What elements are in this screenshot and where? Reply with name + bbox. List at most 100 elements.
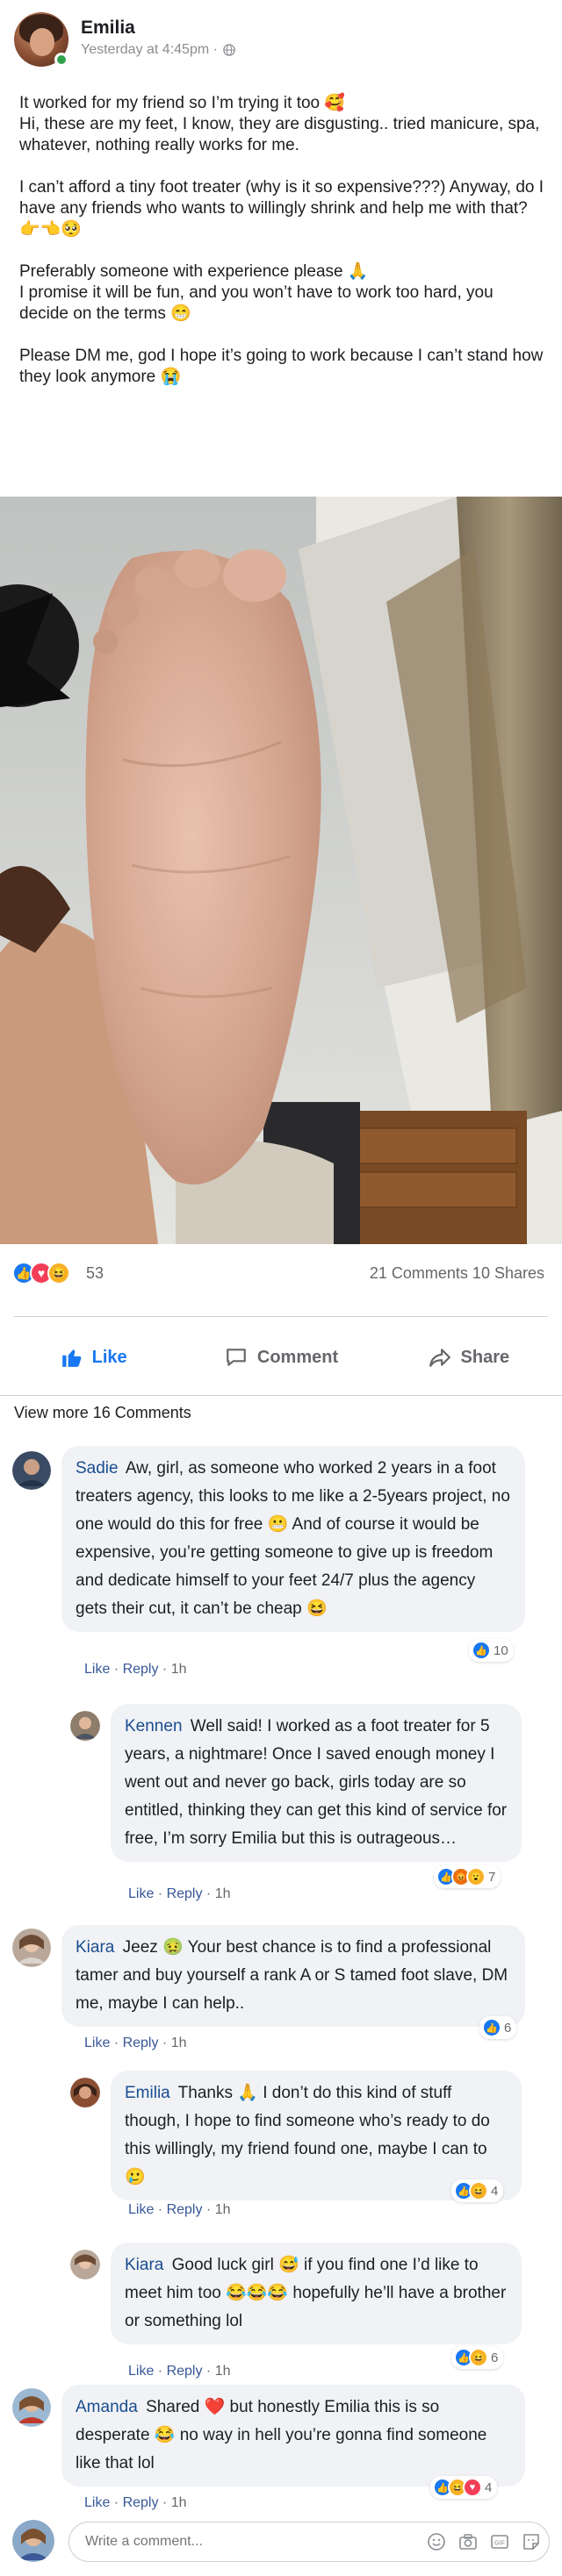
comment-like-link[interactable]: Like xyxy=(84,2036,110,2050)
commenter-avatar[interactable] xyxy=(12,1928,51,1967)
comments-shares-count[interactable]: 21 Comments 10 Shares xyxy=(370,1264,544,1283)
post-paragraph: Please DM me, god I hope it’s going to w… xyxy=(19,347,544,386)
post-timestamp[interactable]: Yesterday at 4:45pm · xyxy=(81,42,218,58)
comment-reactions[interactable]: 👍 😆 6 xyxy=(451,2346,504,2369)
comment-text: Good luck girl 😅 if you find one I’d lik… xyxy=(125,2256,507,2330)
comment-reaction-count: 10 xyxy=(494,1642,508,1658)
comment-time[interactable]: 1h xyxy=(171,1662,187,1677)
comment-reply: Kennen Well said! I worked as a foot tre… xyxy=(0,1704,562,1914)
camera-icon[interactable] xyxy=(458,2532,478,2551)
commenter-avatar[interactable] xyxy=(70,2250,100,2279)
comment-bubble: Sadie Aw, girl, as someone who worked 2 … xyxy=(61,1446,525,1632)
share-arrow-icon xyxy=(429,1349,450,1367)
comment-like-link[interactable]: Like xyxy=(84,2495,110,2510)
comment-author[interactable]: Kiara xyxy=(125,2256,163,2274)
comment-button-label: Comment xyxy=(256,1347,339,1367)
composer-icons: GIF xyxy=(427,2532,541,2551)
comment-button[interactable]: Comment xyxy=(187,1321,374,1393)
comment-bubble: Amanda Shared ❤️ but honestly Emilia thi… xyxy=(61,2385,525,2487)
post-text: It worked for my friend so I’m trying it… xyxy=(19,93,546,409)
comment-reactions[interactable]: 👍 😆 ♥ 4 xyxy=(430,2476,498,2499)
comment: Kiara Jeez 🤢 Your best chance is to find… xyxy=(0,1925,562,2057)
comment-reply-link[interactable]: Reply xyxy=(123,2495,159,2510)
svg-text:GIF: GIF xyxy=(494,2541,505,2547)
thumbs-up-icon xyxy=(61,1349,82,1367)
comment-composer: GIF xyxy=(0,2513,562,2576)
comment-reply: Emilia Thanks 🙏 I don’t do this kind of … xyxy=(0,2071,562,2220)
comment-text: Well said! I worked as a foot treater fo… xyxy=(125,1717,508,1848)
commenter-avatar[interactable] xyxy=(12,2388,51,2427)
emoji-icon[interactable] xyxy=(427,2532,446,2551)
globe-icon xyxy=(223,44,235,56)
comment-reply-link[interactable]: Reply xyxy=(167,2364,203,2379)
haha-reaction-icon: 😆 xyxy=(469,2348,488,2367)
comment-text: Jeez 🤢 Your best chance is to find a pro… xyxy=(76,1938,508,2013)
gif-icon[interactable]: GIF xyxy=(490,2532,509,2551)
current-user-avatar[interactable] xyxy=(12,2520,54,2562)
post-photo-illustration xyxy=(0,497,562,1244)
like-button-label: Like xyxy=(91,1347,127,1367)
comment-reply-link[interactable]: Reply xyxy=(167,2202,203,2217)
comment-reaction-count: 6 xyxy=(491,2350,499,2365)
view-more-comments-link[interactable]: View more 16 Comments xyxy=(14,1404,191,1422)
haha-reaction-icon: 😆 xyxy=(47,1262,70,1284)
commenter-avatar[interactable] xyxy=(70,2078,100,2107)
comment-time[interactable]: 1h xyxy=(171,2036,187,2050)
comment-like-link[interactable]: Like xyxy=(128,1886,154,1901)
comment-time[interactable]: 1h xyxy=(171,2495,187,2510)
like-button[interactable]: Like xyxy=(0,1321,187,1393)
post-actions: Like Comment Share xyxy=(0,1321,562,1393)
comment-actions: Like · Reply · 1h xyxy=(84,2495,187,2510)
divider xyxy=(0,1395,562,1396)
comment-time[interactable]: 1h xyxy=(215,2364,231,2379)
comment-reply-link[interactable]: Reply xyxy=(123,1662,159,1677)
comment-author[interactable]: Kiara xyxy=(76,1938,114,1957)
comment-text: Aw, girl, as someone who worked 2 years … xyxy=(76,1459,510,1618)
post-paragraph: I can’t afford a tiny foot treater (why … xyxy=(19,178,544,239)
comment-reactions[interactable]: 👍 😆 4 xyxy=(451,2179,504,2202)
comment-actions: Like · Reply · 1h xyxy=(128,2202,231,2217)
comment-reaction-count: 6 xyxy=(504,2020,512,2036)
comment-author[interactable]: Amanda xyxy=(76,2398,138,2416)
comment-reply-link[interactable]: Reply xyxy=(167,1886,203,1901)
comment-reaction-count: 4 xyxy=(491,2183,499,2199)
share-button[interactable]: Share xyxy=(375,1321,562,1393)
reactions-summary[interactable]: 👍 ♥ 😆 53 21 Comments 10 Shares xyxy=(0,1244,562,1300)
comment-author[interactable]: Sadie xyxy=(76,1459,119,1478)
comment-reactions[interactable]: 👍 😡 😮 7 xyxy=(434,1865,501,1888)
post-header: Emilia Yesterday at 4:45pm · xyxy=(0,0,562,74)
comment-reactions[interactable]: 👍 10 xyxy=(469,1639,514,1662)
love-reaction-icon: ♥ xyxy=(463,2478,482,2497)
post-photo[interactable] xyxy=(0,497,562,1244)
comment-reactions[interactable]: 👍 6 xyxy=(479,2016,517,2039)
comment-time[interactable]: 1h xyxy=(215,2202,231,2217)
commenter-avatar[interactable] xyxy=(12,1451,51,1490)
like-reaction-icon: 👍 xyxy=(482,2018,501,2037)
post-author-name[interactable]: Emilia xyxy=(81,18,135,39)
comment-reply-link[interactable]: Reply xyxy=(123,2036,159,2050)
comment-bubble: Kennen Well said! I worked as a foot tre… xyxy=(111,1704,522,1862)
comment-reaction-count: 4 xyxy=(485,2479,493,2495)
sticker-icon[interactable] xyxy=(522,2532,541,2551)
wow-reaction-icon: 😮 xyxy=(466,1867,486,1886)
comment-like-link[interactable]: Like xyxy=(128,2364,154,2379)
comment-actions: Like · Reply · 1h xyxy=(84,2036,187,2050)
comment: Sadie Aw, girl, as someone who worked 2 … xyxy=(0,1446,562,1677)
comment-like-link[interactable]: Like xyxy=(128,2202,154,2217)
comment-author[interactable]: Kennen xyxy=(125,1717,183,1735)
comment-reply: Kiara Good luck girl 😅 if you find one I… xyxy=(0,2243,562,2383)
comment-like-link[interactable]: Like xyxy=(84,1662,110,1677)
post-paragraph: It worked for my friend so I’m trying it… xyxy=(19,94,540,154)
comment-actions: Like · Reply · 1h xyxy=(84,1662,187,1677)
comment-time[interactable]: 1h xyxy=(215,1886,231,1901)
commenter-avatar[interactable] xyxy=(70,1711,100,1741)
like-reaction-icon: 👍 xyxy=(472,1641,491,1660)
online-status-indicator xyxy=(54,53,68,67)
post-meta: Yesterday at 4:45pm · xyxy=(81,42,235,58)
comment-author[interactable]: Emilia xyxy=(125,2084,170,2102)
comment-actions: Like · Reply · 1h xyxy=(128,2364,231,2379)
comment-actions: Like · Reply · 1h xyxy=(128,1886,231,1901)
comment: Amanda Shared ❤️ but honestly Emilia thi… xyxy=(0,2385,562,2516)
comment-bubble: Kiara Good luck girl 😅 if you find one I… xyxy=(111,2243,522,2344)
reaction-count[interactable]: 53 xyxy=(86,1264,104,1283)
